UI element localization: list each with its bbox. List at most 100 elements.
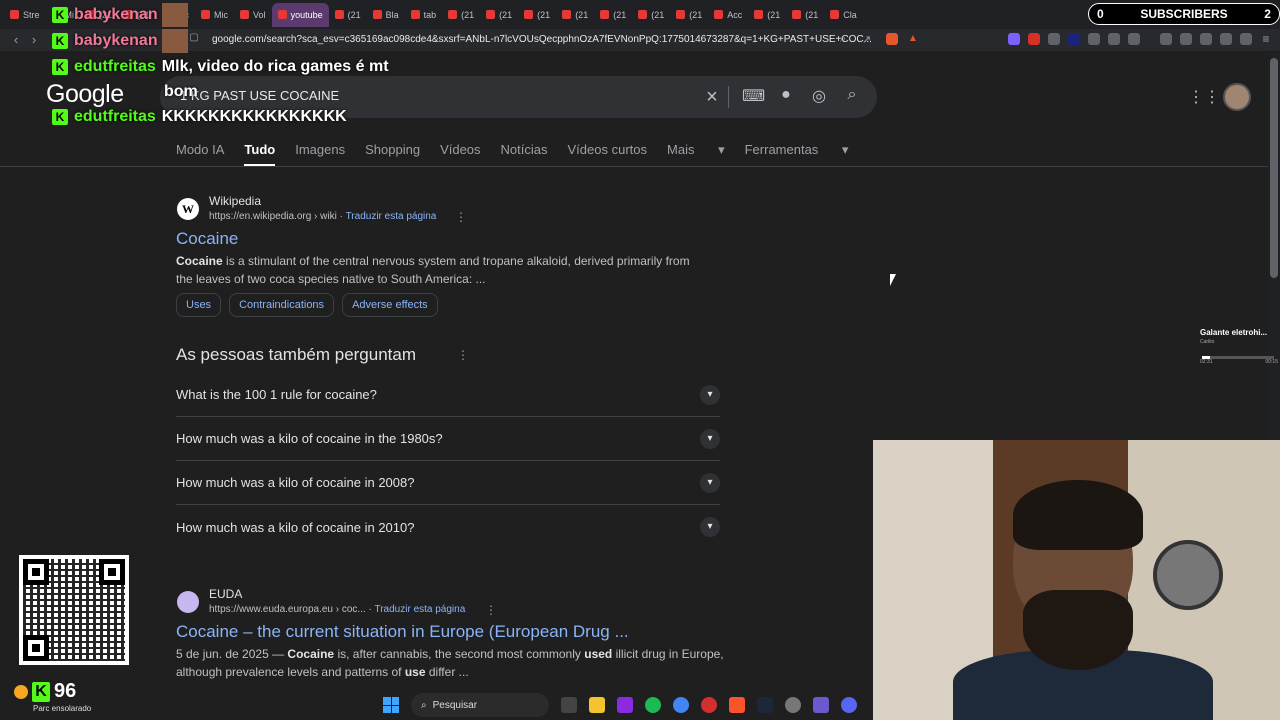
brave-shield-icon[interactable] bbox=[886, 33, 898, 45]
zoom-icon[interactable]: ⌕ bbox=[840, 33, 852, 45]
tab-favicon-icon bbox=[830, 10, 840, 19]
browser-tab[interactable]: (21 bbox=[670, 3, 708, 27]
tab-tudo[interactable]: Tudo bbox=[244, 142, 276, 167]
media-icon[interactable] bbox=[1160, 33, 1172, 45]
microphone-icon[interactable]: ● bbox=[775, 86, 797, 104]
result-site-name[interactable]: EUDA bbox=[209, 587, 242, 601]
translate-link[interactable]: Traduzir esta página bbox=[346, 211, 437, 222]
browser-tab[interactable]: (21 bbox=[594, 3, 632, 27]
extension-icon-1[interactable] bbox=[1008, 33, 1020, 45]
tab-videos-curtos[interactable]: Vídeos curtos bbox=[568, 142, 648, 162]
browser-tab[interactable]: (21 bbox=[442, 3, 480, 27]
tab-label: Stre bbox=[23, 9, 40, 20]
opera-icon[interactable] bbox=[701, 697, 717, 713]
extension-icon-4[interactable] bbox=[1068, 33, 1080, 45]
brave-rewards-icon[interactable]: ▲ bbox=[908, 33, 920, 45]
keyboard-icon[interactable]: ⌨ bbox=[742, 86, 765, 106]
weather-widget[interactable]: K 96 bbox=[14, 680, 76, 703]
browser-tab[interactable]: tab bbox=[405, 3, 443, 27]
steam-icon[interactable] bbox=[757, 697, 773, 713]
browser-tab[interactable]: Cla bbox=[824, 3, 863, 27]
back-icon[interactable]: ‹ bbox=[8, 32, 24, 47]
tab-favicon-icon bbox=[600, 10, 610, 19]
lens-icon[interactable]: ◎ bbox=[808, 86, 830, 106]
euda-favicon-icon[interactable] bbox=[177, 591, 199, 613]
wallet-icon[interactable] bbox=[1200, 33, 1212, 45]
result-title[interactable]: Cocaine – the current situation in Europ… bbox=[176, 622, 629, 642]
apps-icon[interactable] bbox=[617, 697, 633, 713]
share-icon[interactable]: ↗ bbox=[862, 33, 874, 46]
tab-shopping[interactable]: Shopping bbox=[365, 142, 420, 162]
browser-tab[interactable]: Mic bbox=[195, 3, 234, 27]
more-options-icon[interactable]: ⋮ bbox=[485, 603, 497, 617]
discord-icon[interactable] bbox=[841, 697, 857, 713]
paa-options-icon[interactable]: ⋮ bbox=[457, 348, 469, 362]
search-input[interactable]: 1 KG PAST USE COCAINE bbox=[180, 88, 680, 103]
paa-question[interactable]: How much was a kilo of cocaine in the 19… bbox=[176, 417, 720, 461]
browser-tab[interactable]: Acc bbox=[708, 3, 748, 27]
scrollbar-thumb[interactable] bbox=[1270, 58, 1278, 278]
vpn-icon[interactable] bbox=[1240, 33, 1252, 45]
file-explorer-icon[interactable] bbox=[589, 697, 605, 713]
sidebar-icon[interactable] bbox=[1180, 33, 1192, 45]
leo-icon[interactable] bbox=[1220, 33, 1232, 45]
browser-tab[interactable]: (21 bbox=[632, 3, 670, 27]
browser-tab[interactable]: (21 bbox=[786, 3, 824, 27]
tab-ferramentas[interactable]: Ferramentas ▾ bbox=[745, 142, 849, 162]
tab-videos[interactable]: Vídeos bbox=[440, 142, 480, 162]
result-snippet: 5 de jun. de 2025 — Cocaine is, after ca… bbox=[176, 647, 724, 661]
extension-icon-2[interactable] bbox=[1028, 33, 1040, 45]
obs-icon[interactable] bbox=[785, 697, 801, 713]
chip-uses[interactable]: Uses bbox=[176, 293, 222, 317]
browser-tab[interactable]: Bla bbox=[367, 3, 405, 27]
translate-link[interactable]: Traduzir esta página bbox=[374, 604, 465, 615]
browser-tab[interactable]: (21 bbox=[480, 3, 518, 27]
browser-tab[interactable]: (21 bbox=[556, 3, 594, 27]
clear-icon[interactable]: × bbox=[701, 86, 723, 109]
google-logo[interactable]: Google bbox=[46, 80, 124, 109]
chevron-down-icon: ▾ bbox=[700, 428, 720, 449]
result-site-name[interactable]: Wikipedia bbox=[209, 194, 261, 208]
browser-tab[interactable]: youtube bbox=[271, 2, 329, 27]
browser-tab[interactable]: Vol bbox=[234, 3, 272, 27]
tab-favicon-icon bbox=[334, 10, 344, 19]
more-options-icon[interactable]: ⋮ bbox=[455, 210, 467, 224]
browser-tab[interactable]: (21 bbox=[329, 3, 367, 27]
extension-icon-3[interactable] bbox=[1048, 33, 1060, 45]
brave-icon[interactable] bbox=[729, 697, 745, 713]
media-widget[interactable]: Galante eletrohi... Carlito 02:31 00:15 bbox=[1200, 328, 1278, 372]
paa-question[interactable]: How much was a kilo of cocaine in 2008? ▾ bbox=[176, 461, 720, 505]
avatar[interactable] bbox=[1223, 83, 1251, 111]
apps-grid-icon[interactable]: ⋮⋮ bbox=[1188, 87, 1220, 107]
taskbar-search[interactable]: ⌕ Pesquisar bbox=[411, 693, 549, 717]
qr-code bbox=[19, 555, 129, 665]
paa-question[interactable]: How much was a kilo of cocaine in 2010? ▾ bbox=[176, 505, 720, 549]
tab-label: tab bbox=[423, 9, 437, 20]
spotify-icon[interactable] bbox=[645, 697, 661, 713]
puzzle-icon[interactable] bbox=[1108, 33, 1120, 45]
url-field[interactable]: google.com/search?sca_esv=c365169ac098cd… bbox=[212, 31, 872, 49]
browser-tab[interactable]: (21 bbox=[748, 3, 786, 27]
bookmark-icon[interactable]: ▢ bbox=[186, 32, 202, 43]
tab-modo-ia[interactable]: Modo IA bbox=[176, 142, 224, 162]
windows-start-icon[interactable] bbox=[383, 697, 399, 713]
browser-tab[interactable]: Stre bbox=[4, 3, 46, 27]
app-icon[interactable] bbox=[813, 697, 829, 713]
taskbar: ⌕ Pesquisar bbox=[375, 690, 875, 720]
chip-adverse-effects[interactable]: Adverse effects bbox=[342, 293, 438, 317]
chip-contraindications[interactable]: Contraindications bbox=[229, 293, 335, 317]
tab-noticias[interactable]: Notícias bbox=[501, 142, 548, 162]
tab-mais[interactable]: Mais ▾ bbox=[667, 142, 725, 162]
tab-imagens[interactable]: Imagens bbox=[295, 142, 345, 162]
menu-icon[interactable]: ≡ bbox=[1258, 32, 1274, 46]
result-title[interactable]: Cocaine bbox=[176, 229, 238, 249]
paa-question[interactable]: What is the 100 1 rule for cocaine? ▾ bbox=[176, 373, 720, 417]
forward-icon[interactable]: › bbox=[26, 32, 42, 47]
search-icon[interactable]: ⌕ bbox=[841, 86, 863, 104]
browser-tab[interactable]: (21 bbox=[518, 3, 556, 27]
chrome-icon[interactable] bbox=[673, 697, 689, 713]
screenshot-icon[interactable] bbox=[1128, 33, 1140, 45]
task-view-icon[interactable] bbox=[561, 697, 577, 713]
extension-icon-5[interactable] bbox=[1088, 33, 1100, 45]
wikipedia-favicon-icon[interactable]: W bbox=[177, 198, 199, 220]
